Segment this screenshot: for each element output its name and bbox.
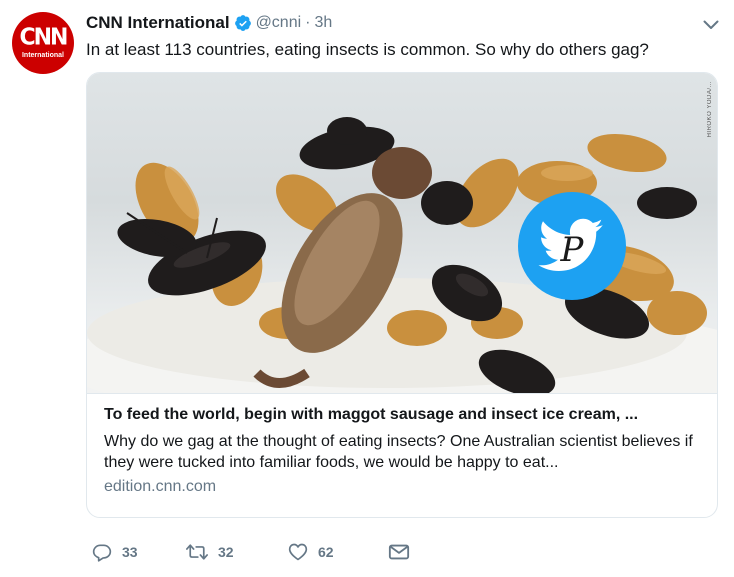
tweet-text: In at least 113 countries, eating insect… — [86, 40, 649, 59]
card-description: Why do we gag at the thought of eating i… — [104, 433, 693, 471]
card-title[interactable]: To feed the world, begin with maggot sau… — [104, 405, 704, 425]
verified-badge-icon — [234, 14, 252, 32]
direct-message-button[interactable] — [388, 542, 410, 562]
tweet: CNN International CNN International @cnn… — [0, 0, 734, 577]
account-handle[interactable]: @cnni — [256, 14, 302, 32]
svg-text:P: P — [560, 230, 585, 270]
account-name[interactable]: CNN International — [86, 13, 230, 33]
reply-count: 33 — [122, 544, 138, 560]
separator-dot: · — [305, 14, 311, 31]
photo-credit: HIROKO YODA/... — [707, 81, 713, 138]
twitter-bird-watermark-icon: P — [518, 192, 626, 300]
tweet-timestamp[interactable]: 3h — [314, 14, 332, 32]
retweet-count: 32 — [218, 544, 234, 560]
card-image[interactable]: P HIROKO YODA/... — [87, 73, 717, 394]
link-card[interactable]: P HIROKO YODA/... To feed the world, beg… — [86, 72, 718, 518]
retweet-button[interactable]: 32 — [186, 542, 234, 562]
avatar-logo-subtitle: International — [21, 51, 64, 59]
card-body: To feed the world, begin with maggot sau… — [104, 405, 704, 497]
direct-message-icon — [388, 542, 410, 562]
retweet-icon — [186, 542, 208, 562]
like-button[interactable]: 62 — [288, 542, 334, 562]
like-count: 62 — [318, 544, 334, 560]
card-domain[interactable]: edition.cnn.com — [104, 477, 704, 497]
chevron-down-icon[interactable] — [702, 16, 720, 34]
avatar[interactable]: CNN International — [12, 12, 74, 74]
reply-icon — [92, 542, 112, 562]
like-icon — [288, 542, 308, 562]
tweet-header: CNN International @cnni · 3h — [86, 12, 332, 34]
reply-button[interactable]: 33 — [92, 542, 138, 562]
avatar-logo: CNN — [19, 23, 69, 51]
